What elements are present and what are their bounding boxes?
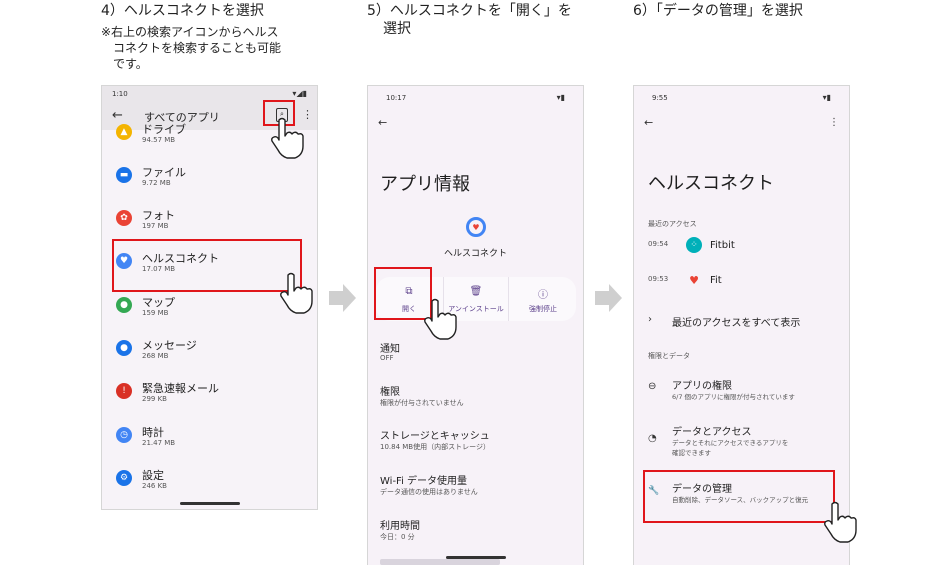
- force-stop-button[interactable]: ⓘ 強制停止: [510, 277, 576, 321]
- step5-caption-line2: 選択: [383, 21, 411, 37]
- row-subtitle: 権限が付与されていません: [380, 399, 464, 407]
- next-step-arrow-icon: [595, 284, 622, 312]
- app-name: 設定: [142, 469, 164, 482]
- messages-icon: ●: [116, 340, 132, 356]
- page-title: アプリ情報: [380, 174, 470, 195]
- app-size: 197 MB: [142, 222, 169, 230]
- row-title: 権限: [380, 387, 400, 398]
- back-arrow-icon[interactable]: ←: [644, 116, 653, 129]
- row-title: 利用時間: [380, 521, 420, 532]
- step5-caption-line1: 5）ヘルスコネクトを「開く」を: [367, 3, 572, 19]
- navigation-bar[interactable]: [446, 556, 506, 559]
- status-icons: ▾▮: [822, 93, 831, 102]
- more-options-icon[interactable]: ⋮: [829, 117, 839, 128]
- status-time: 10:17: [386, 94, 407, 102]
- partially-visible-row: [380, 559, 500, 565]
- pointing-hand-icon: [280, 272, 313, 314]
- status-time: 1:10: [112, 90, 128, 98]
- app-row-messages[interactable]: ● メッセージ 268 MB: [102, 331, 317, 374]
- highlight-health-connect: [112, 239, 302, 292]
- pointing-hand-icon: [271, 117, 304, 159]
- recent-access-label: 最近のアクセス: [648, 220, 697, 228]
- back-arrow-icon[interactable]: ←: [378, 116, 387, 129]
- app-name: フォト: [142, 209, 175, 222]
- row-subtitle: 10.84 MB使用（内部ストレージ）: [380, 443, 490, 451]
- app-size: 299 KB: [142, 395, 167, 403]
- row-title: ストレージとキャッシュ: [380, 431, 490, 442]
- recent-time: 09:54: [648, 240, 669, 248]
- status-bar: 9:55 ▾▮: [634, 86, 849, 102]
- pointing-hand-icon: [424, 298, 457, 340]
- step4-note-line3: です。: [113, 57, 148, 71]
- permissions-data-label: 権限とデータ: [648, 352, 690, 360]
- see-all-label: 最近のアクセスをすべて表示: [672, 318, 801, 329]
- row-title: 通知: [380, 344, 400, 355]
- health-connect-logo-icon: ♥: [466, 217, 486, 237]
- app-name: ヘルスコネクト: [443, 249, 507, 259]
- app-row-photos[interactable]: ✿ フォト 197 MB: [102, 201, 317, 244]
- app-size: 159 MB: [142, 309, 169, 317]
- recent-time: 09:53: [648, 275, 669, 283]
- pointing-hand-icon: [824, 501, 857, 543]
- status-bar: 10:17 ▾▮: [368, 86, 583, 102]
- app-name: 緊急速報メール: [142, 382, 219, 395]
- recent-app-name: Fitbit: [710, 240, 735, 251]
- fitbit-icon: ⁘: [686, 237, 702, 253]
- row-subtitle: 今日：0 分: [380, 533, 415, 541]
- app-row-settings[interactable]: ⚙ 設定 246 KB: [102, 461, 317, 504]
- app-name: ドライブ: [142, 123, 186, 136]
- app-size: 21.47 MB: [142, 439, 176, 447]
- row-title: データとアクセス: [672, 427, 752, 438]
- link-icon: ⊖: [648, 381, 657, 392]
- step4-note-line2: コネクトを検索することも可能: [113, 41, 282, 55]
- row-subtitle: データとそれにアクセスできるアプリを確認できます: [672, 439, 789, 457]
- phone-screen-app-info: 10:17 ▾▮ ← アプリ情報 ♥ ヘルスコネクト ⧉ 開く 🗑 アンインスト…: [367, 85, 584, 565]
- app-name: 時計: [142, 426, 164, 439]
- step4-caption: 4）ヘルスコネクトを選択: [101, 3, 264, 19]
- photos-icon: ✿: [116, 210, 132, 226]
- app-list: ▲ ドライブ 94.57 MB ▬ ファイル 9.72 MB ✿ フォト 197…: [102, 123, 317, 508]
- highlight-manage-data: [643, 470, 835, 523]
- next-step-arrow-icon: [329, 284, 356, 312]
- app-size: 94.57 MB: [142, 136, 176, 144]
- app-name: マップ: [142, 296, 175, 309]
- back-arrow-icon[interactable]: ←: [112, 108, 123, 123]
- app-size: 268 MB: [142, 352, 169, 360]
- row-subtitle: データ通信の使用はありません: [380, 488, 478, 496]
- app-row-emergency-alerts[interactable]: ! 緊急速報メール 299 KB: [102, 374, 317, 417]
- settings-icon: ⚙: [116, 470, 132, 486]
- page-title: ヘルスコネクト: [648, 173, 774, 194]
- emergency-alert-icon: !: [116, 383, 132, 399]
- clock-icon: ◷: [116, 427, 132, 443]
- navigation-bar[interactable]: [180, 502, 240, 505]
- drive-icon: ▲: [116, 124, 132, 140]
- status-icons: ▾◢▮: [292, 89, 307, 98]
- maps-icon: ●: [116, 297, 132, 313]
- data-usage-icon: ◔: [648, 433, 657, 444]
- row-subtitle: OFF: [380, 354, 394, 362]
- app-row-files[interactable]: ▬ ファイル 9.72 MB: [102, 158, 317, 201]
- row-title: Wi-Fi データ使用量: [380, 476, 468, 487]
- row-subtitle: 6/7 個のアプリに権限が付与されています: [672, 393, 795, 401]
- recent-app-name: Fit: [710, 275, 722, 286]
- app-name: メッセージ: [142, 339, 197, 352]
- app-name: ファイル: [142, 166, 186, 179]
- app-row-clock[interactable]: ◷ 時計 21.47 MB: [102, 418, 317, 461]
- app-size: 9.72 MB: [142, 179, 171, 187]
- google-fit-icon: ♥: [689, 273, 699, 287]
- chevron-right-icon: ›: [648, 314, 652, 325]
- trash-icon: 🗑: [469, 286, 483, 297]
- row-title: アプリの権限: [672, 381, 732, 392]
- app-size: 246 KB: [142, 482, 167, 490]
- files-icon: ▬: [116, 167, 132, 183]
- status-time: 9:55: [652, 94, 668, 102]
- step4-note-line1: ※右上の検索アイコンからヘルス: [101, 25, 279, 39]
- step6-caption: 6）「データの管理」を選択: [633, 3, 803, 19]
- info-icon: ⓘ: [538, 290, 548, 301]
- force-stop-label: 強制停止: [529, 305, 557, 313]
- status-icons: ▾▮: [556, 93, 565, 102]
